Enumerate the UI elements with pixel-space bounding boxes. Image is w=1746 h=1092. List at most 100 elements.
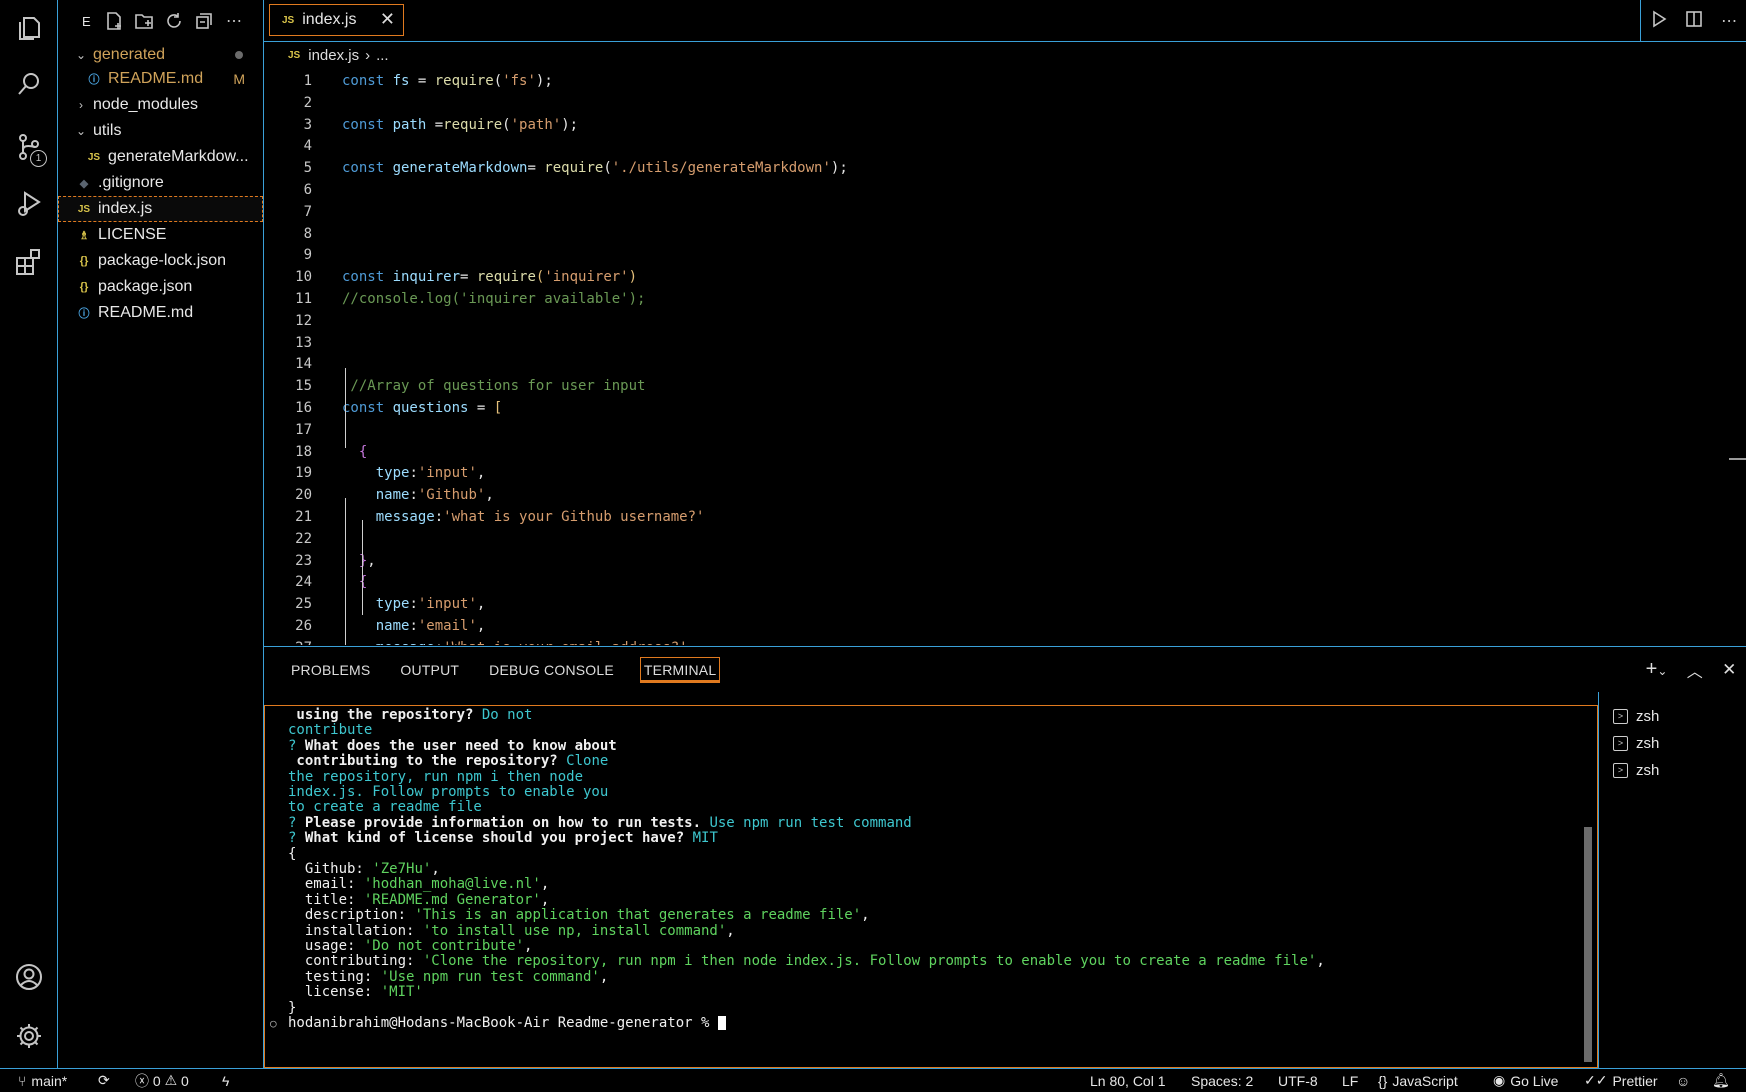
go-live-button[interactable]: ◉ Go Live — [1493, 1069, 1558, 1092]
code-token: ( — [493, 73, 503, 89]
explorer-sidebar: E ⋯ ⌄ generated ⓘ README.md M › node_mod… — [58, 0, 264, 1068]
tree-folder-utils[interactable]: ⌄ utils — [58, 118, 263, 144]
modified-badge: M — [233, 71, 245, 87]
code-token: type — [375, 465, 410, 482]
code-line: 24 { — [264, 571, 1724, 593]
terminal-scrollbar-thumb[interactable] — [1584, 827, 1592, 1062]
terminal-text: hodanibrahim@Hodans-MacBook-Air Readme-g… — [288, 1015, 718, 1031]
tree-file-generatemarkdown[interactable]: JS generateMarkdow... — [58, 144, 263, 170]
accounts-icon[interactable] — [0, 953, 57, 1001]
terminal-output[interactable]: using the repository? Do not contribute ? … — [264, 705, 1598, 1068]
indent-guide — [345, 498, 346, 645]
feedback-icon[interactable]: ☺ — [1676, 1069, 1690, 1092]
warning-count: 0 — [181, 1072, 189, 1089]
code-token: const — [342, 116, 393, 133]
code-line: 21 message:'what is your Github username… — [264, 506, 1724, 528]
tab-debug-console[interactable]: DEBUG CONSOLE — [486, 658, 617, 682]
breadcrumb-rest[interactable]: ... — [376, 47, 389, 64]
breadcrumb-file[interactable]: index.js — [308, 47, 359, 64]
lightning-icon[interactable]: ϟ — [222, 1069, 229, 1092]
code-line: 15 //Array of questions for user input — [264, 375, 1724, 397]
tree-file-readme-generated[interactable]: ⓘ README.md M — [58, 66, 263, 92]
chevron-down-icon: ⌄ — [75, 48, 87, 62]
collapse-all-icon[interactable] — [192, 9, 216, 33]
code-token: : — [409, 465, 418, 482]
close-icon[interactable]: ✕ — [380, 9, 395, 30]
code-token: ) — [628, 269, 638, 286]
tab-index-js[interactable]: JS index.js ✕ — [269, 4, 404, 36]
encoding[interactable]: UTF-8 — [1278, 1069, 1318, 1092]
split-editor-icon[interactable] — [1685, 10, 1703, 32]
search-icon[interactable] — [0, 60, 57, 108]
terminal-text: 'Clone the repository, run npm i then no… — [422, 953, 1317, 970]
source-control-icon[interactable] — [0, 123, 57, 171]
branch-indicator[interactable]: ⑂ main* — [18, 1069, 67, 1092]
code-line: 1 const fs = require('fs'); — [264, 70, 1724, 92]
terminal-item-zsh[interactable]: > zsh — [1613, 758, 1659, 782]
refresh-icon[interactable] — [162, 9, 186, 33]
line-number: 8 — [303, 225, 312, 242]
language-mode[interactable]: {} JavaScript — [1378, 1069, 1458, 1092]
terminal-cursor — [717, 1016, 726, 1030]
problems-indicator[interactable]: ⓧ 0 ⚠ 0 — [135, 1069, 189, 1092]
terminal-item-zsh[interactable]: > zsh — [1613, 731, 1659, 755]
tab-output[interactable]: OUTPUT — [397, 658, 462, 682]
tree-folder-node-modules[interactable]: › node_modules — [58, 92, 263, 118]
run-icon[interactable] — [1650, 10, 1668, 32]
new-file-icon[interactable] — [102, 9, 126, 33]
close-panel-icon[interactable]: ✕ — [1722, 660, 1736, 680]
code-line: 12 — [264, 310, 1724, 332]
code-token: const — [342, 400, 393, 416]
terminal-text: , — [1316, 953, 1325, 970]
tree-folder-generated[interactable]: ⌄ generated — [58, 42, 263, 68]
line-number: 15 — [295, 378, 312, 395]
extensions-icon[interactable] — [0, 238, 57, 286]
terminal-text: } — [288, 999, 297, 1016]
explorer-icon[interactable] — [0, 4, 57, 52]
more-actions-icon[interactable]: ⋯ — [222, 9, 246, 33]
more-actions-icon[interactable]: ⋯ — [1721, 11, 1737, 31]
sync-icon[interactable]: ⟳ — [98, 1069, 110, 1092]
code-token: message — [375, 509, 435, 525]
editor-actions: ⋯ — [1640, 0, 1746, 41]
prettier-button[interactable]: ✓✓ Prettier — [1584, 1069, 1658, 1092]
tree-file-readme[interactable]: ⓘ README.md — [58, 300, 263, 326]
git-branch-icon: ⑂ — [18, 1072, 27, 1089]
js-file-icon: JS — [77, 203, 91, 215]
code-token: : — [409, 487, 418, 504]
code-token: ); — [561, 116, 579, 133]
terminal-text: , — [431, 861, 440, 877]
end-of-line[interactable]: LF — [1342, 1069, 1358, 1092]
maximize-panel-icon[interactable]: ︿ — [1687, 658, 1703, 682]
tree-file-index-js[interactable]: JS index.js — [58, 196, 263, 222]
code-token: require — [443, 116, 503, 133]
code-editor[interactable]: 1 const fs = require('fs'); 2 3 const path =… — [264, 68, 1728, 645]
settings-gear-icon[interactable] — [0, 1012, 57, 1060]
bottom-panel: PROBLEMS OUTPUT DEBUG CONSOLE TERMINAL +… — [264, 646, 1746, 1069]
chevron-down-icon: ⌄ — [75, 124, 87, 138]
tab-terminal[interactable]: TERMINAL — [639, 656, 721, 683]
tree-file-license[interactable]: ♗ LICENSE — [58, 222, 263, 248]
code-token: const — [342, 269, 393, 286]
run-debug-icon[interactable] — [0, 180, 57, 228]
tab-problems[interactable]: PROBLEMS — [288, 658, 373, 682]
terminal-item-zsh[interactable]: > zsh — [1613, 704, 1659, 728]
info-icon: ⓘ — [78, 308, 90, 320]
code-line: 5 const generateMarkdown= require('./util… — [264, 157, 1724, 179]
tree-label: utils — [93, 122, 122, 139]
code-token: : — [409, 618, 418, 634]
tree-file-gitignore[interactable]: ◆ .gitignore — [58, 170, 263, 196]
license-file-icon: ♗ — [79, 229, 89, 242]
notifications-bell-icon[interactable]: 🔔︎ — [1712, 1069, 1730, 1092]
new-folder-icon[interactable] — [132, 9, 156, 33]
tree-file-package-lock[interactable]: {} package-lock.json — [58, 248, 263, 274]
tree-file-package-json[interactable]: {} package.json — [58, 274, 263, 300]
code-token: , — [476, 465, 486, 482]
terminal-text: contributing to the repository? — [288, 753, 567, 770]
cursor-position[interactable]: Ln 80, Col 1 — [1090, 1069, 1166, 1092]
new-terminal-icon[interactable]: +⌄ — [1646, 658, 1668, 681]
indentation[interactable]: Spaces: 2 — [1191, 1069, 1253, 1092]
code-line: 16 const questions = [ — [264, 397, 1724, 419]
terminal-label: zsh — [1636, 761, 1660, 779]
